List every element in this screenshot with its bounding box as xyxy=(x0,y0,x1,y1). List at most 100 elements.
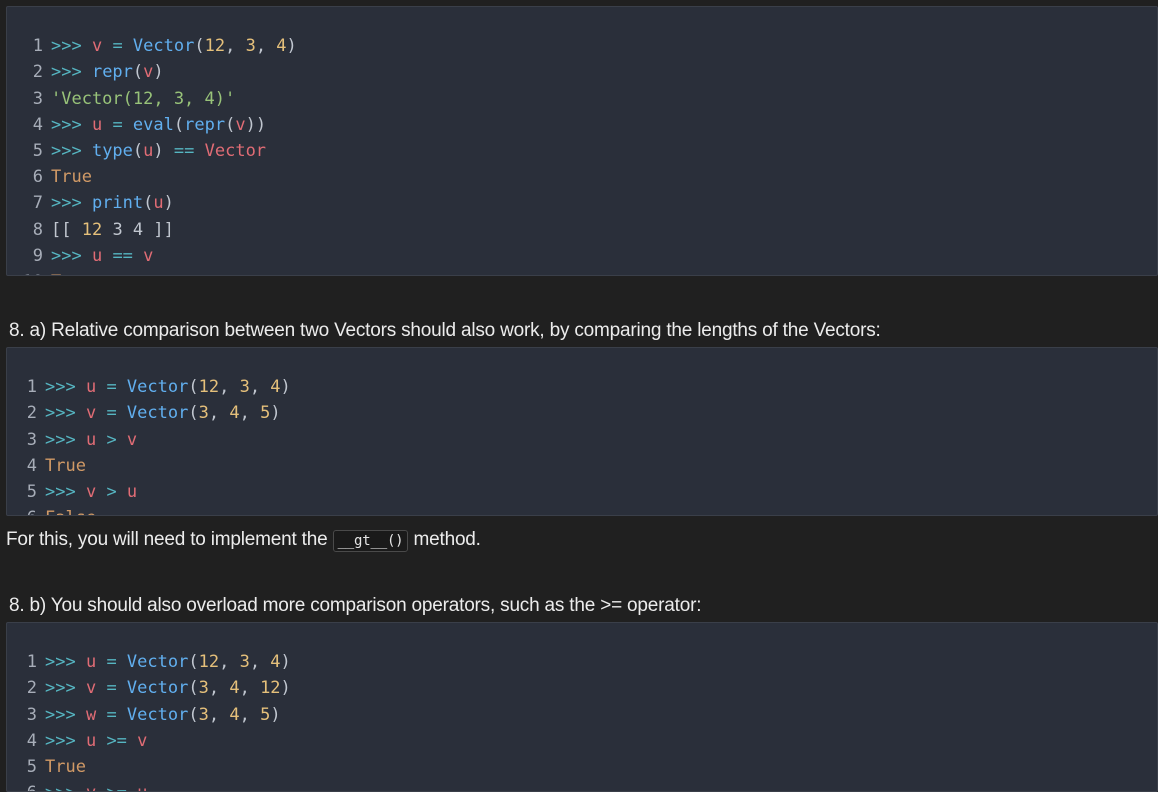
code-token: v xyxy=(91,36,103,57)
code-line: 10True xyxy=(7,269,1157,275)
code-token: u xyxy=(85,652,97,673)
code-line: 2 >>> repr(v) xyxy=(7,59,1157,85)
code-token: ) xyxy=(153,140,174,161)
code-token: Vector xyxy=(126,678,189,699)
code-line: 1 >>> v = Vector(12, 3, 4) xyxy=(7,33,1157,59)
code-token: repr xyxy=(184,114,226,135)
code-token: >>> xyxy=(45,730,86,751)
code-token: ) xyxy=(280,377,291,398)
inline-code-gt: __gt__() xyxy=(332,530,409,552)
code-token: , xyxy=(208,704,230,725)
code-token: 3 xyxy=(239,652,250,673)
code-token: , xyxy=(219,652,240,673)
code-token: v xyxy=(126,429,138,450)
code-token: >>> xyxy=(45,429,86,450)
note-text-before: For this, you will need to implement the xyxy=(6,529,333,550)
code-token: Vector xyxy=(126,403,189,424)
line-number: 10 xyxy=(7,269,51,275)
line-number: 1 xyxy=(26,377,37,398)
code-token: 4 xyxy=(229,403,240,424)
code-token: eval xyxy=(132,114,174,135)
line-number: 2 xyxy=(32,62,43,83)
code-token: u xyxy=(137,783,147,791)
code-token: 12 xyxy=(81,219,103,240)
code-token: >>> xyxy=(45,783,86,791)
code-token: v xyxy=(85,403,97,424)
code-token: == xyxy=(173,140,195,161)
code-token: >>> xyxy=(51,140,92,161)
code-token: 3 4 ]] xyxy=(102,219,174,240)
code-token: = xyxy=(96,403,127,424)
code-token: u xyxy=(91,245,103,266)
code-token: = xyxy=(96,704,127,725)
code-token: Vector xyxy=(126,377,189,398)
line-number: 6 xyxy=(32,167,43,188)
code-token: >>> xyxy=(45,678,86,699)
code-token: ( xyxy=(188,652,199,673)
code-token: >>> xyxy=(51,36,92,57)
code-token: 4 xyxy=(229,678,240,699)
code-token: = xyxy=(96,652,127,673)
code-line: 8 [[ 12 3 4 ]] xyxy=(7,217,1157,243)
code-token: , xyxy=(239,403,261,424)
code-token: u xyxy=(153,193,164,214)
code-token: == xyxy=(102,245,144,266)
section-a-heading: 8. a) Relative comparison between two Ve… xyxy=(9,320,881,341)
code-token: > xyxy=(96,481,127,502)
code-line: 2 >>> v = Vector(3, 4, 5) xyxy=(7,400,1157,426)
code-token: > xyxy=(96,429,127,450)
line-number: 3 xyxy=(26,704,37,725)
code-token: v xyxy=(137,730,148,751)
line-number: 4 xyxy=(32,114,43,135)
code-token: >>> xyxy=(51,245,92,266)
code-line: 5 True xyxy=(7,754,1157,780)
code-token: True xyxy=(51,167,92,188)
section-b-heading: 8. b) You should also overload more comp… xyxy=(9,595,702,616)
code-token: ) xyxy=(280,678,291,699)
line-number: 8 xyxy=(32,219,43,240)
line-number: 4 xyxy=(26,730,37,751)
code-token: 4 xyxy=(270,377,281,398)
code-block-3: 1 >>> u = Vector(12, 3, 4) 2 >>> v = Vector… xyxy=(6,622,1158,792)
line-number: 1 xyxy=(26,652,37,673)
code-token: 12 xyxy=(198,377,220,398)
line-number: 1 xyxy=(32,36,43,57)
line-number: 5 xyxy=(26,756,37,777)
line-number: 3 xyxy=(32,88,43,109)
line-number: 6 xyxy=(7,780,45,791)
code-token: >>> xyxy=(45,403,86,424)
code-token: ( xyxy=(188,678,199,699)
code-line: 3 'Vector(12, 3, 4)' xyxy=(7,86,1157,112)
code-token: , xyxy=(225,36,246,57)
code-token: ) xyxy=(153,62,164,83)
code-token: 5 xyxy=(260,403,271,424)
code-line: 6 True xyxy=(7,164,1157,190)
code-token: >>> xyxy=(51,62,92,83)
code-token: , xyxy=(208,403,230,424)
code-token: Vector xyxy=(126,704,189,725)
code-token: >>> xyxy=(51,114,92,135)
code-token: ) xyxy=(163,193,174,214)
code-token: 'Vector(12, 3, 4)' xyxy=(51,88,236,109)
code-token: w xyxy=(85,704,97,725)
implementation-note: For this, you will need to implement the… xyxy=(6,529,481,552)
code-token: u xyxy=(91,114,103,135)
code-token: >= xyxy=(96,783,137,791)
code-token: ( xyxy=(143,193,154,214)
code-token: ) xyxy=(270,403,281,424)
code-token: 4 xyxy=(276,36,287,57)
code-token: True xyxy=(45,455,86,476)
code-token: v xyxy=(235,114,246,135)
code-line: 2 >>> v = Vector(3, 4, 12) xyxy=(7,675,1157,701)
code-token: repr xyxy=(91,62,133,83)
code-token: , xyxy=(249,377,271,398)
code-token: 12 xyxy=(204,36,226,57)
code-token: v xyxy=(143,245,154,266)
code-token: ( xyxy=(225,114,236,135)
code-token: , xyxy=(249,652,271,673)
code-token: , xyxy=(255,36,277,57)
code-line: 3 >>> w = Vector(3, 4, 5) xyxy=(7,702,1157,728)
code-token: = xyxy=(102,114,133,135)
code-line: 6False xyxy=(7,505,1157,515)
